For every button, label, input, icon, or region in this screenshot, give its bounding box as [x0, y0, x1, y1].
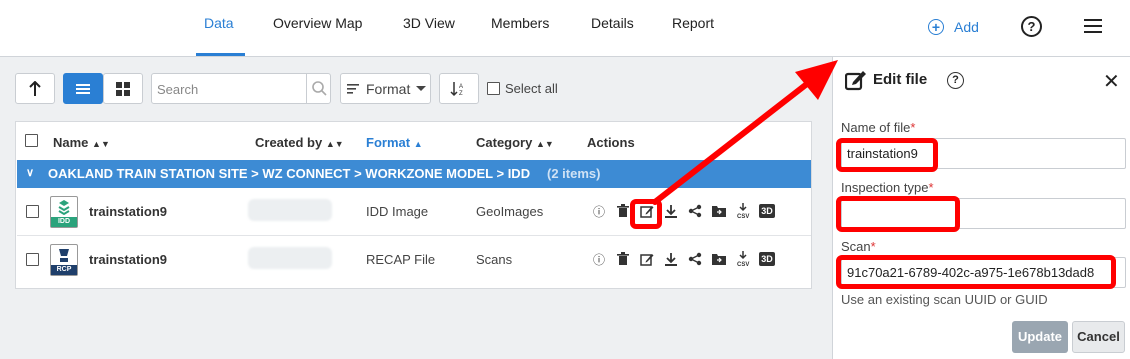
- table-row[interactable]: RCP trainstation9 RECAP File Scans ⓘ CSV…: [17, 236, 811, 284]
- column-actions: Actions: [587, 135, 635, 150]
- chevron-down-icon[interactable]: ∨: [26, 159, 34, 187]
- tab-data[interactable]: Data: [204, 0, 234, 56]
- share-icon[interactable]: [683, 202, 707, 220]
- file-category: Scans: [476, 252, 513, 267]
- list-view-button[interactable]: [63, 73, 103, 104]
- file-name[interactable]: trainstation9: [89, 204, 167, 219]
- tab-3d-view[interactable]: 3D View: [403, 0, 455, 56]
- edit-icon[interactable]: [635, 250, 659, 268]
- data-pane: Search Format AZ Select all Name ▲▼ Crea…: [0, 57, 832, 359]
- tab-overview-map[interactable]: Overview Map: [273, 0, 362, 56]
- sort-lines-icon: [347, 83, 359, 94]
- svg-text:CSV: CSV: [737, 262, 749, 267]
- info-icon[interactable]: ⓘ: [587, 250, 611, 268]
- file-format: IDD Image: [366, 204, 429, 219]
- row-actions: ⓘ CSV 3D: [587, 250, 779, 268]
- edit-action-highlight: [630, 199, 662, 229]
- row-checkbox[interactable]: [26, 205, 39, 218]
- search-placeholder: Search: [157, 82, 199, 97]
- sort-icon: ▲▼: [535, 139, 554, 149]
- idd-file-icon: IDD: [50, 196, 78, 228]
- sort-icon: ▲▼: [325, 139, 344, 149]
- created-by-redacted: [248, 199, 332, 221]
- update-button[interactable]: Update: [1012, 321, 1068, 353]
- share-icon[interactable]: [683, 250, 707, 268]
- edit-icon: [845, 71, 866, 91]
- svg-text:Z: Z: [459, 91, 463, 97]
- group-path: OAKLAND TRAIN STATION SITE > WZ CONNECT …: [48, 166, 531, 181]
- download-icon[interactable]: [659, 250, 683, 268]
- svg-text:A: A: [459, 84, 463, 90]
- cancel-button[interactable]: Cancel: [1072, 321, 1125, 353]
- trash-icon[interactable]: [611, 250, 635, 268]
- row-checkbox[interactable]: [26, 253, 39, 266]
- close-icon[interactable]: ✕: [1103, 69, 1120, 94]
- 3d-view-icon[interactable]: 3D: [755, 202, 779, 220]
- format-label: Format: [366, 80, 411, 97]
- active-tab-indicator: [196, 53, 245, 56]
- csv-download-icon[interactable]: CSV: [731, 250, 755, 268]
- column-format[interactable]: Format ▲: [366, 135, 423, 150]
- plus-icon: +: [928, 19, 944, 35]
- 3d-view-icon[interactable]: 3D: [755, 250, 779, 268]
- search-input[interactable]: Search: [151, 73, 331, 104]
- up-arrow-icon: [29, 80, 41, 96]
- tab-details[interactable]: Details: [591, 0, 634, 56]
- column-name[interactable]: Name ▲▼: [53, 135, 110, 150]
- caret-down-icon: [416, 85, 427, 91]
- created-by-redacted: [248, 247, 332, 269]
- inspection-field-highlight: [836, 196, 960, 232]
- grid-icon: [116, 81, 130, 96]
- top-nav: Data Overview Map 3D View Members Detail…: [0, 0, 1130, 57]
- group-count: (2 items): [547, 166, 601, 181]
- scan-hint: Use an existing scan UUID or GUID: [841, 292, 1048, 307]
- add-label: Add: [954, 19, 979, 35]
- sort-up-icon: ▲: [413, 139, 423, 149]
- tab-members[interactable]: Members: [491, 0, 549, 56]
- list-icon: [76, 83, 90, 94]
- folder-move-icon[interactable]: [707, 202, 731, 220]
- name-of-file-label: Name of file*: [841, 120, 916, 135]
- file-name[interactable]: trainstation9: [89, 252, 167, 267]
- tab-report[interactable]: Report: [672, 0, 714, 56]
- inspection-type-label: Inspection type*: [841, 180, 934, 195]
- upload-button[interactable]: [15, 73, 55, 104]
- row-actions: ⓘ CSV 3D: [587, 202, 779, 220]
- table-row[interactable]: IDD trainstation9 IDD Image GeoImages ⓘ …: [17, 188, 811, 236]
- sort-az-icon: AZ: [450, 81, 463, 97]
- file-category: GeoImages: [476, 204, 544, 219]
- panel-title: Edit file: [873, 71, 928, 88]
- rcp-file-icon: RCP: [50, 244, 78, 276]
- grid-view-button[interactable]: [103, 73, 143, 104]
- header-checkbox[interactable]: [25, 134, 38, 147]
- search-icon[interactable]: [306, 74, 330, 103]
- svg-text:CSV: CSV: [737, 214, 749, 219]
- name-field-highlight: [836, 138, 938, 172]
- column-created-by[interactable]: Created by ▲▼: [255, 135, 344, 150]
- column-category[interactable]: Category ▲▼: [476, 135, 554, 150]
- info-icon[interactable]: ⓘ: [587, 202, 611, 220]
- file-type-label: RCP: [51, 265, 77, 275]
- help-icon[interactable]: ?: [947, 72, 964, 89]
- scan-label: Scan*: [841, 239, 876, 254]
- files-table: Name ▲▼ Created by ▲▼ Format ▲ Category …: [15, 121, 812, 289]
- csv-download-icon[interactable]: CSV: [731, 202, 755, 220]
- hamburger-menu-icon[interactable]: [1084, 19, 1102, 33]
- select-all-label: Select all: [505, 81, 558, 96]
- sort-icon: ▲▼: [92, 139, 110, 149]
- file-format: RECAP File: [366, 252, 436, 267]
- download-icon[interactable]: [659, 202, 683, 220]
- format-dropdown[interactable]: Format: [340, 73, 431, 104]
- help-icon[interactable]: ?: [1021, 16, 1042, 37]
- group-row[interactable]: ∨ OAKLAND TRAIN STATION SITE > WZ CONNEC…: [17, 160, 811, 188]
- add-button[interactable]: + Add: [928, 16, 979, 38]
- file-type-label: IDD: [51, 217, 77, 227]
- sort-button[interactable]: AZ: [439, 73, 479, 104]
- select-all-checkbox[interactable]: [487, 82, 500, 95]
- scan-field-highlight: [836, 255, 1116, 289]
- select-all[interactable]: Select all: [487, 81, 558, 96]
- folder-move-icon[interactable]: [707, 250, 731, 268]
